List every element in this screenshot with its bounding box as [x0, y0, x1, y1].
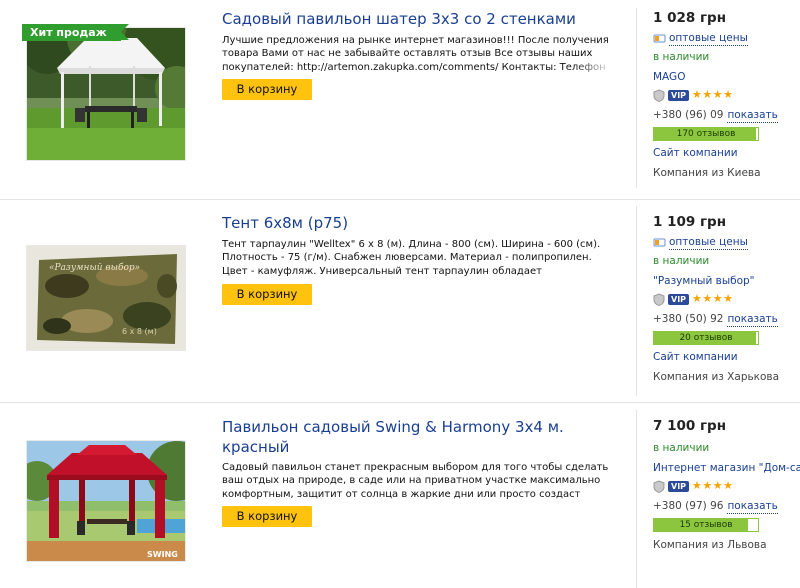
- reviews-count: 15 отзывов: [679, 520, 733, 530]
- vip-badge: VIP: [668, 480, 690, 492]
- phone-number: +380 (50) 92: [653, 313, 724, 325]
- wholesale-prices-link[interactable]: оптовые цены: [669, 31, 748, 46]
- price: 7 100 грн: [653, 418, 727, 434]
- price: 1 109 грн: [653, 214, 727, 230]
- seller-rating: VIP ★★★★: [653, 88, 800, 102]
- product-image-white-gazebo[interactable]: [26, 27, 186, 161]
- company-location: Компания из Львова: [653, 539, 767, 551]
- company-location: Компания из Киева: [653, 167, 761, 179]
- gazebo-watermark: SWING: [147, 550, 178, 559]
- tag-icon: [653, 34, 666, 43]
- stars: ★★★★: [692, 88, 734, 101]
- reviews-bar[interactable]: 15 отзывов: [653, 518, 759, 532]
- reviews-count: 170 отзывов: [676, 129, 736, 139]
- row-divider: [0, 199, 800, 200]
- seller-rating: VIP ★★★★: [653, 479, 800, 493]
- show-phone-link[interactable]: показать: [727, 499, 778, 514]
- tarp-label: «Разумный выбор»: [49, 262, 140, 273]
- product-description: Садовый павильон станет прекрасным выбор…: [222, 461, 614, 501]
- product-image-red-gazebo[interactable]: SWING: [26, 440, 186, 562]
- product-title[interactable]: Садовый павильон шатер 3х3 со 2 стенками: [222, 9, 622, 29]
- seller-link[interactable]: MAGO: [653, 70, 800, 84]
- column-divider: [636, 410, 637, 588]
- product-title[interactable]: Тент 6х8м (р75): [222, 213, 622, 233]
- company-site-link[interactable]: Сайт компании: [653, 350, 800, 364]
- offer-panel: 1 109 грн оптовые цены в наличии "Разумн…: [653, 213, 800, 384]
- shield-icon: [653, 479, 665, 493]
- product-description: Тент тарпаулин "Welltex" 6 х 8 (м). Длин…: [222, 238, 614, 278]
- price: 1 028 грн: [653, 10, 727, 26]
- wholesale-prices-link[interactable]: оптовые цены: [669, 235, 748, 250]
- reviews-bar[interactable]: 20 отзывов: [653, 331, 759, 345]
- offer-panel: 7 100 грн в наличии Интернет магазин "До…: [653, 417, 800, 552]
- stars: ★★★★: [692, 479, 734, 492]
- wholesale-prices[interactable]: оптовые цены: [653, 31, 800, 46]
- tarp-size-label: 6 x 8 (м): [122, 327, 157, 336]
- seller-rating: VIP ★★★★: [653, 292, 800, 306]
- add-to-cart-button[interactable]: В корзину: [222, 506, 312, 527]
- vip-badge: VIP: [668, 293, 690, 305]
- company-site-link[interactable]: Сайт компании: [653, 146, 800, 160]
- shield-icon: [653, 88, 665, 102]
- stock-status: в наличии: [653, 51, 710, 63]
- show-phone-link[interactable]: показать: [727, 312, 778, 327]
- product-description: Лучшие предложения на рынке интернет маг…: [222, 34, 614, 74]
- seller-link[interactable]: "Разумный выбор": [653, 274, 800, 288]
- shield-icon: [653, 292, 665, 306]
- stock-status: в наличии: [653, 442, 710, 454]
- company-location: Компания из Харькова: [653, 371, 780, 383]
- phone: +380 (50) 92 показать: [653, 312, 800, 327]
- show-phone-link[interactable]: показать: [727, 108, 778, 123]
- seller-link[interactable]: Интернет магазин "Дом-сад": [653, 461, 800, 475]
- phone: +380 (96) 09 показать: [653, 108, 800, 123]
- hit-badge: Хит продаж: [22, 24, 129, 41]
- add-to-cart-button[interactable]: В корзину: [222, 284, 312, 305]
- product-title[interactable]: Павильон садовый Swing & Harmony 3х4 м. …: [222, 417, 622, 457]
- vip-badge: VIP: [668, 89, 690, 101]
- reviews-bar[interactable]: 170 отзывов: [653, 127, 759, 141]
- offer-panel: 1 028 грн оптовые цены в наличии MAGO VI…: [653, 9, 800, 180]
- column-divider: [636, 206, 637, 396]
- row-divider: [0, 402, 800, 403]
- wholesale-prices[interactable]: оптовые цены: [653, 235, 800, 250]
- tag-icon: [653, 238, 666, 247]
- phone-number: +380 (96) 09: [653, 109, 724, 121]
- stock-status: в наличии: [653, 255, 710, 267]
- phone: +380 (97) 96 показать: [653, 499, 800, 514]
- add-to-cart-button[interactable]: В корзину: [222, 79, 312, 100]
- product-image-camo-tarp[interactable]: «Разумный выбор» 6 x 8 (м): [26, 245, 186, 351]
- column-divider: [636, 8, 637, 188]
- stars: ★★★★: [692, 292, 734, 305]
- reviews-count: 20 отзывов: [679, 333, 733, 343]
- phone-number: +380 (97) 96: [653, 500, 724, 512]
